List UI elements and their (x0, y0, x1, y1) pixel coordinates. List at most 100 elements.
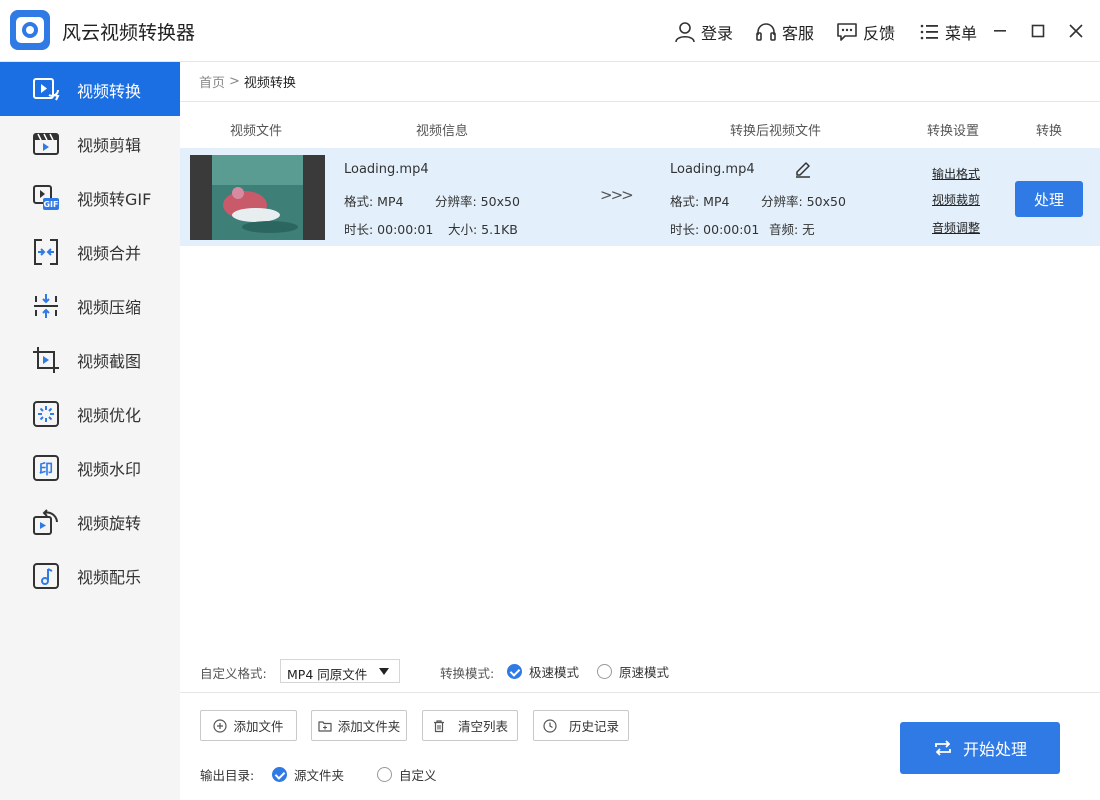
output-source-folder-radio[interactable]: 源文件夹 (272, 765, 344, 784)
history-label: 历史记录 (568, 719, 619, 734)
column-header-info: 视频信息 (416, 124, 469, 139)
column-header-convert: 转换 (1036, 124, 1063, 139)
list-menu-icon (920, 24, 938, 40)
breadcrumb-separator: > (229, 74, 240, 89)
trash-icon (433, 719, 444, 732)
output-duration: 时长: 00:00:01 (670, 222, 760, 237)
app-logo-icon (10, 10, 50, 50)
radio-checked-icon (507, 664, 522, 679)
radio-unchecked-icon (597, 664, 612, 679)
compress-icon (34, 294, 58, 318)
output-source-folder-label: 源文件夹 (294, 768, 345, 783)
feedback-label: 反馈 (863, 24, 896, 43)
edit-pencil-icon[interactable] (793, 158, 813, 178)
video-crop-link[interactable]: 视频裁剪 (932, 191, 980, 208)
breadcrumb-home-link[interactable]: 首页 (199, 72, 225, 91)
mode-fast-label: 极速模式 (529, 665, 580, 680)
breadcrumb-current: 视频转换 (243, 76, 296, 91)
minimize-icon (994, 30, 1006, 32)
output-resolution: 分辨率: 50x50 (761, 194, 846, 209)
clear-list-button[interactable]: 清空列表 (422, 710, 518, 741)
divider (180, 692, 1100, 693)
merge-icon (34, 239, 58, 265)
close-icon (1069, 24, 1083, 38)
sidebar-item-label: 视频旋转 (77, 514, 142, 533)
sidebar-item-video-music[interactable]: 视频配乐 (0, 548, 180, 602)
column-header-file: 视频文件 (230, 124, 283, 139)
plus-circle-icon (213, 718, 228, 733)
sidebar-item-label: 视频合并 (77, 244, 142, 263)
headset-icon (756, 23, 776, 41)
repeat-arrows-icon (935, 740, 951, 756)
radio-checked-icon (272, 767, 287, 782)
custom-format-label: 自定义格式: (200, 666, 267, 681)
audio-adjust-link[interactable]: 音频调整 (932, 219, 980, 236)
clock-icon (543, 718, 557, 733)
add-folder-label: 添加文件夹 (337, 719, 401, 734)
process-button[interactable]: 处理 (1015, 181, 1083, 217)
customer-service-button[interactable]: 客服 (755, 20, 814, 44)
sidebar-item-video-optimize[interactable]: 视频优化 (0, 386, 180, 440)
output-custom-radio[interactable]: 自定义 (377, 765, 437, 784)
mode-fast-radio[interactable]: 极速模式 (507, 662, 579, 681)
start-processing-button[interactable]: 开始处理 (900, 722, 1060, 774)
sidebar-item-label: 视频配乐 (77, 568, 142, 587)
gif-icon: GIF (33, 185, 59, 210)
dropdown-arrow-icon (379, 668, 389, 675)
feedback-button[interactable]: 反馈 (836, 20, 895, 44)
sidebar-item-label: 视频压缩 (77, 298, 142, 317)
output-format: 格式: MP4 (670, 194, 730, 209)
sidebar-item-video-rotate[interactable]: 视频旋转 (0, 494, 180, 548)
menu-label: 菜单 (945, 24, 978, 43)
sidebar-item-video-screenshot[interactable]: 视频截图 (0, 332, 180, 386)
svg-text:GIF: GIF (43, 200, 58, 209)
sidebar-item-video-convert[interactable]: 视频转换 (0, 62, 180, 116)
output-file-name: Loading.mp4 (670, 162, 755, 177)
sidebar-item-label: 视频优化 (77, 406, 142, 425)
music-icon (33, 563, 59, 589)
login-button[interactable]: 登录 (674, 20, 733, 44)
menu-button[interactable]: 菜单 (918, 20, 977, 44)
svg-text:印: 印 (39, 461, 53, 478)
start-processing-label: 开始处理 (962, 740, 1027, 759)
convert-mode-label: 转换模式: (440, 666, 495, 681)
sidebar-item-video-watermark[interactable]: 印 视频水印 (0, 440, 180, 494)
column-header-output: 转换后视频文件 (730, 124, 822, 139)
sidebar-item-label: 视频水印 (77, 460, 142, 479)
close-button[interactable] (1065, 20, 1087, 42)
rotate-icon (33, 509, 58, 535)
output-format-link[interactable]: 输出格式 (932, 165, 980, 182)
history-button[interactable]: 历史记录 (533, 710, 629, 741)
output-audio: 音频: 无 (769, 222, 815, 237)
file-row[interactable]: Loading.mp4 格式: MP4 分辨率: 50x50 时长: 00:00… (180, 148, 1100, 246)
clapperboard-icon (33, 133, 59, 155)
file-name: Loading.mp4 (344, 162, 429, 177)
sidebar-item-video-to-gif[interactable]: GIF 视频转GIF (0, 170, 180, 224)
breadcrumb: 首页 > 视频转换 (180, 62, 1100, 102)
minimize-button[interactable] (989, 20, 1011, 42)
maximize-icon (1031, 24, 1045, 38)
crop-icon (33, 347, 59, 373)
sidebar-item-video-edit[interactable]: 视频剪辑 (0, 116, 180, 170)
main-panel: 首页 > 视频转换 视频文件 视频信息 转换后视频文件 转换设置 转换 Load (180, 62, 1100, 800)
output-dir-label: 输出目录: (200, 768, 255, 783)
folder-plus-icon (318, 720, 332, 732)
file-size: 大小: 5.1KB (448, 222, 518, 237)
add-folder-button[interactable]: 添加文件夹 (311, 710, 407, 741)
sidebar-item-video-merge[interactable]: 视频合并 (0, 224, 180, 278)
format-select[interactable]: MP4 同原文件 (280, 659, 400, 683)
user-icon (675, 22, 695, 43)
maximize-button[interactable] (1027, 20, 1049, 42)
sidebar-item-label: 视频转换 (77, 82, 142, 101)
clear-list-label: 清空列表 (457, 719, 508, 734)
sidebar-item-label: 视频转GIF (77, 190, 152, 209)
add-file-button[interactable]: 添加文件 (200, 710, 297, 741)
sidebar: 视频转换 视频剪辑 GIF 视频转GIF 视频合并 视频压缩 视频截图 视频优化… (0, 62, 180, 800)
file-resolution: 分辨率: 50x50 (435, 194, 520, 209)
app-title: 风云视频转换器 (62, 22, 196, 44)
column-header-settings: 转换设置 (927, 124, 980, 139)
mode-original-radio[interactable]: 原速模式 (597, 662, 669, 681)
sidebar-item-video-compress[interactable]: 视频压缩 (0, 278, 180, 332)
mode-original-label: 原速模式 (619, 665, 670, 680)
file-format: 格式: MP4 (344, 194, 404, 209)
